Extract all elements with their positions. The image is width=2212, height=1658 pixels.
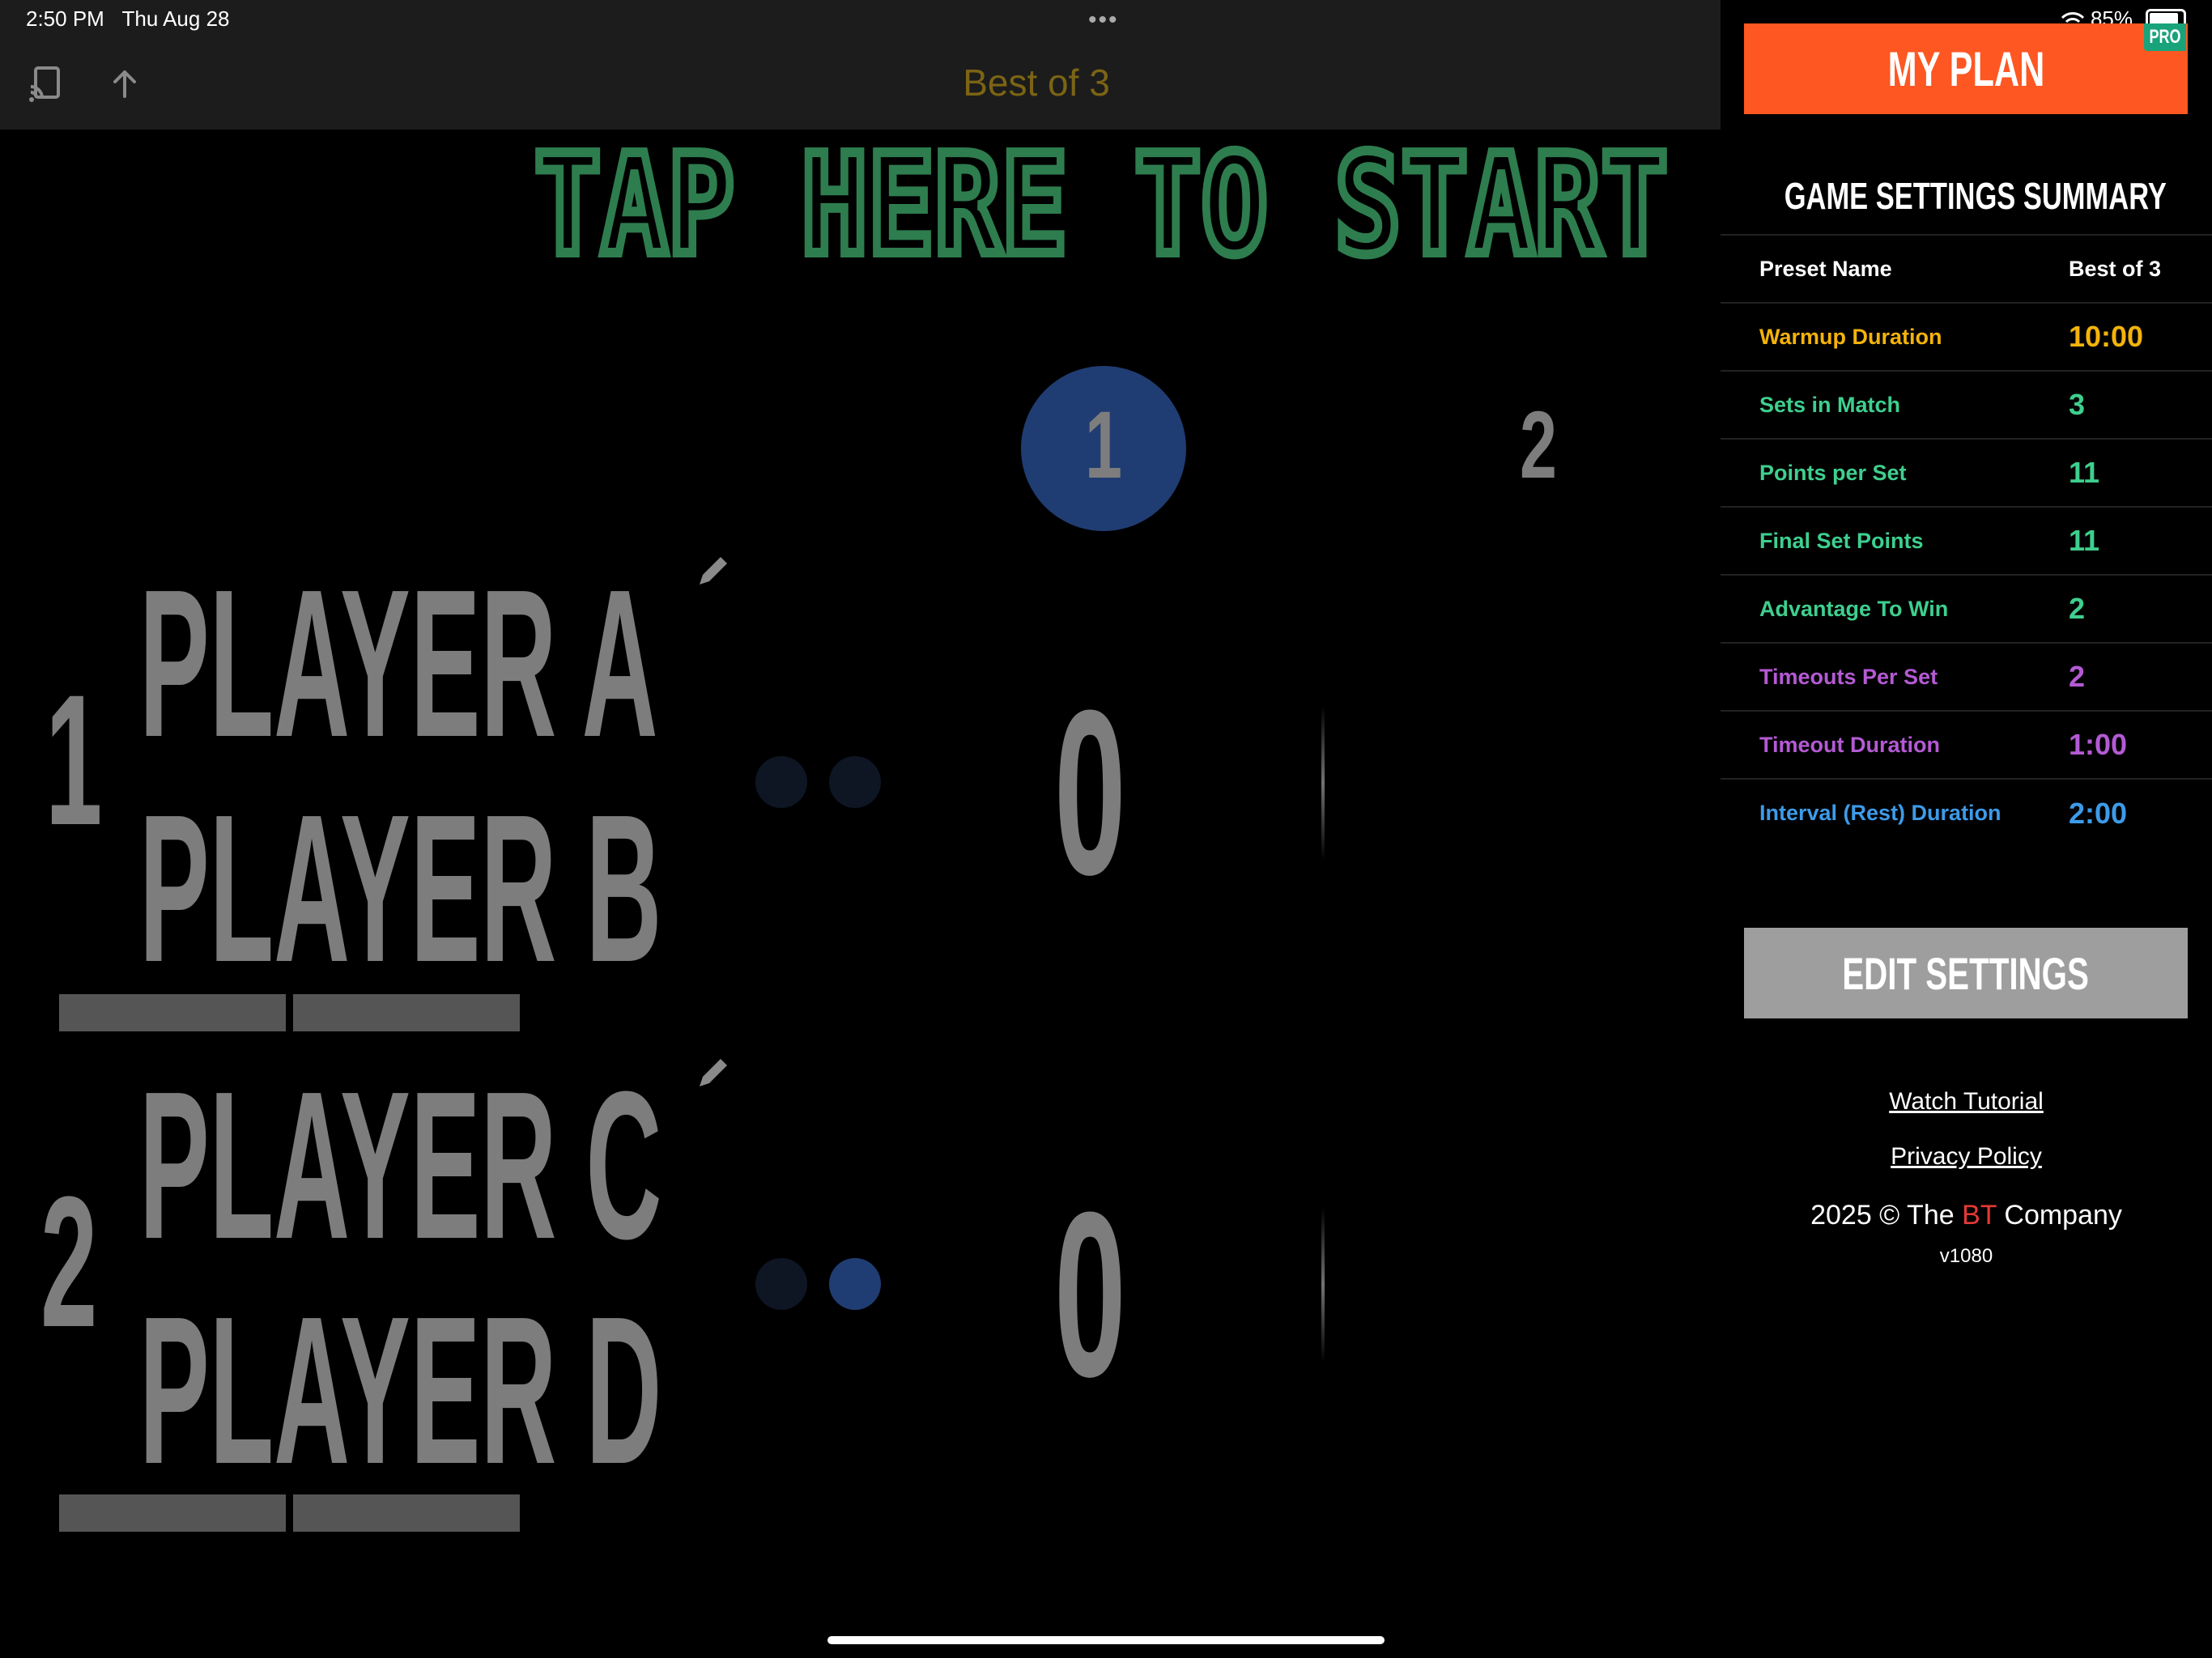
settings-row: Warmup Duration 10:00 <box>1721 303 2212 371</box>
setting-value: 2 <box>2069 592 2086 625</box>
tap-to-start-text: TAP HERE TO START <box>534 139 1668 269</box>
setting-value: Best of 3 <box>2069 256 2162 281</box>
my-plan-label: MY PLAN <box>1887 41 2044 96</box>
status-time-date: 2:50 PM Thu Aug 28 <box>26 6 230 31</box>
version-label: v1080 <box>1939 1245 1993 1267</box>
home-indicator[interactable] <box>827 1636 1385 1644</box>
settings-row: Preset Name Best of 3 <box>1721 235 2212 303</box>
setting-key: Interval (Rest) Duration <box>1759 801 2001 825</box>
settings-row: Timeouts Per Set 2 <box>1721 643 2212 711</box>
team-2-serve-dot-1 <box>755 1258 807 1310</box>
edit-settings-button[interactable]: EDIT SETTINGS <box>1744 928 2188 1018</box>
status-bar: 2:50 PM Thu Aug 28 ••• <box>0 0 1721 36</box>
settings-panel: 85% MY PLAN PRO GAME SETTINGS SUMMARY Pr… <box>1721 0 2212 1658</box>
setting-key: Preset Name <box>1759 256 1892 281</box>
settings-row: Sets in Match 3 <box>1721 371 2212 439</box>
edit-settings-label: EDIT SETTINGS <box>1842 947 2090 999</box>
setting-value: 1:00 <box>2069 728 2128 761</box>
nav-bar: Best of 3 <box>0 36 1721 130</box>
scoreboard: 2:50 PM Thu Aug 28 ••• Best of 3 TAP HER… <box>0 0 1721 1658</box>
multitasking-dots-icon[interactable]: ••• <box>1088 6 1119 34</box>
setting-key: Sets in Match <box>1759 392 1901 417</box>
team-1-number: 1 <box>45 656 103 864</box>
player-b-name[interactable]: PLAYER B <box>139 784 661 994</box>
setting-key: Final Set Points <box>1759 528 1924 553</box>
team-1-set-divider <box>1321 706 1325 860</box>
team-2-timeout-bar-1 <box>59 1494 286 1532</box>
team-1-timeout-bar-1 <box>59 994 286 1031</box>
team-2-score[interactable]: 0 <box>1054 1177 1126 1412</box>
watch-tutorial-link[interactable]: Watch Tutorial <box>1721 1088 2212 1116</box>
player-c-name[interactable]: PLAYER C <box>139 1061 661 1271</box>
copyright: 2025 © The BT Company <box>1810 1200 2122 1231</box>
team-2-number: 2 <box>40 1158 98 1366</box>
team-1-serve-dot-2 <box>829 756 881 808</box>
setting-key: Warmup Duration <box>1759 324 1942 349</box>
pro-badge: PRO <box>2144 23 2186 51</box>
team-2-timeout-bar-2 <box>293 1494 520 1532</box>
player-a-name[interactable]: PLAYER A <box>139 559 658 769</box>
privacy-policy-link[interactable]: Privacy Policy <box>1721 1143 2212 1171</box>
team-2-serve-dot-2 <box>829 1258 881 1310</box>
setting-key: Timeouts Per Set <box>1759 664 1938 689</box>
tap-to-start-banner[interactable]: TAP HERE TO START <box>534 139 1668 269</box>
summary-title: GAME SETTINGS SUMMARY <box>1784 175 2167 217</box>
setting-key: Timeout Duration <box>1759 732 1941 757</box>
setting-value: 2 <box>2069 660 2086 693</box>
my-plan-button[interactable]: MY PLAN PRO <box>1744 23 2188 114</box>
team-1-timeout-bar-2 <box>293 994 520 1031</box>
settings-row: Advantage To Win 2 <box>1721 575 2212 643</box>
team-1-serve-dot-1 <box>755 756 807 808</box>
settings-row: Interval (Rest) Duration 2:00 <box>1721 779 2212 847</box>
setting-value: 10:00 <box>2069 320 2144 353</box>
setting-value: 11 <box>2069 456 2100 489</box>
edit-team-2-icon[interactable] <box>695 1054 732 1091</box>
settings-summary-table: Preset Name Best of 3 Warmup Duration 10:00… <box>1721 234 2212 847</box>
setting-key: Points per Set <box>1759 460 1907 485</box>
settings-row: Points per Set 11 <box>1721 439 2212 507</box>
player-d-name[interactable]: PLAYER D <box>139 1286 661 1496</box>
setting-value: 3 <box>2069 388 2086 421</box>
settings-row: Timeout Duration 1:00 <box>1721 711 2212 779</box>
set-1-label[interactable]: 1 <box>1046 390 1162 500</box>
edit-team-1-icon[interactable] <box>695 552 732 589</box>
team-2-set-divider <box>1321 1208 1325 1362</box>
setting-value: 2:00 <box>2069 796 2128 830</box>
team-1-score[interactable]: 0 <box>1054 675 1126 910</box>
setting-key: Advantage To Win <box>1759 596 1949 621</box>
set-2-label[interactable]: 2 <box>1510 390 1567 500</box>
brand-name: BT <box>1962 1200 1997 1231</box>
settings-row: Final Set Points 11 <box>1721 507 2212 575</box>
setting-value: 11 <box>2069 524 2100 557</box>
